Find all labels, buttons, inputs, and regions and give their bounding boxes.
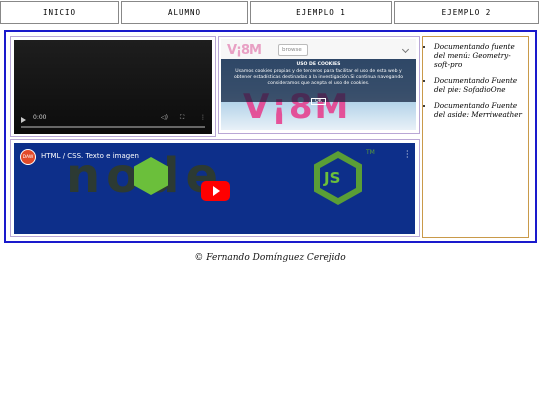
fullscreen-icon[interactable]: ⛶ (180, 114, 184, 122)
embedded-site: V¡8M browse V¡8M USO DE COOKIES Usamos c… (221, 39, 416, 130)
site-logo[interactable]: V¡8M (227, 43, 262, 58)
list-item: Documentando Fuente del aside: Merriweat… (434, 101, 525, 119)
nav-item-alumno[interactable]: ALUMNO (121, 1, 248, 24)
browse-dropdown[interactable]: browse (278, 44, 308, 56)
cookie-notice-text: Usamos cookies propias y de terceros par… (233, 69, 404, 86)
embedded-site-pane: V¡8M browse V¡8M USO DE COOKIES Usamos c… (218, 36, 420, 134)
video-player[interactable]: 0:00 ◁) ⛶ ⋮ (14, 40, 212, 134)
thumbnail-js-label: JS (324, 169, 341, 187)
youtube-pane: node JS TM DAW HTML / CSS. Texto e image… (10, 139, 420, 237)
list-item: Documentando fuente del menú: Geometry-s… (434, 42, 525, 69)
main-nav: INICIO ALUMNO EJEMPLO 1 EJEMPLO 2 (0, 0, 540, 26)
more-options-icon[interactable]: · · · (406, 148, 409, 162)
video-controls: 0:00 ◁) ⛶ ⋮ (14, 108, 212, 134)
play-icon[interactable] (21, 117, 26, 123)
nav-item-inicio[interactable]: INICIO (0, 1, 119, 24)
list-item: Documentando Fuente del pie: SofadioOne (434, 76, 525, 94)
nav-item-ejemplo-1[interactable]: EJEMPLO 1 (250, 1, 392, 24)
nav-item-ejemplo-2[interactable]: EJEMPLO 2 (394, 1, 539, 24)
video-pane: 0:00 ◁) ⛶ ⋮ (10, 36, 216, 137)
cookie-notice-title: USO DE COOKIES (296, 62, 341, 67)
cookie-notice: USO DE COOKIES Usamos cookies propias y … (221, 59, 416, 105)
video-progress-bar[interactable] (21, 126, 205, 128)
main-content: 0:00 ◁) ⛶ ⋮ V¡8M browse V¡8M USO DE COOK… (4, 30, 537, 243)
channel-avatar[interactable]: DAW (20, 149, 36, 165)
youtube-embed[interactable]: node JS TM DAW HTML / CSS. Texto e image… (14, 143, 415, 234)
more-options-icon[interactable]: ⋮ (200, 114, 206, 121)
volume-icon[interactable]: ◁) (161, 114, 168, 121)
aside-panel: Documentando fuente del menú: Geometry-s… (422, 36, 529, 238)
chevron-down-icon[interactable] (401, 45, 410, 54)
play-icon (213, 186, 220, 196)
thumbnail-tm-label: TM (366, 149, 375, 156)
aside-list: Documentando fuente del menú: Geometry-s… (423, 37, 528, 119)
cookie-ok-button[interactable]: OK (311, 98, 326, 105)
video-title[interactable]: HTML / CSS. Texto e imagen (41, 152, 139, 160)
footer: © Fernando Domínguez Cerejido (194, 253, 346, 263)
video-time: 0:00 (33, 114, 47, 121)
